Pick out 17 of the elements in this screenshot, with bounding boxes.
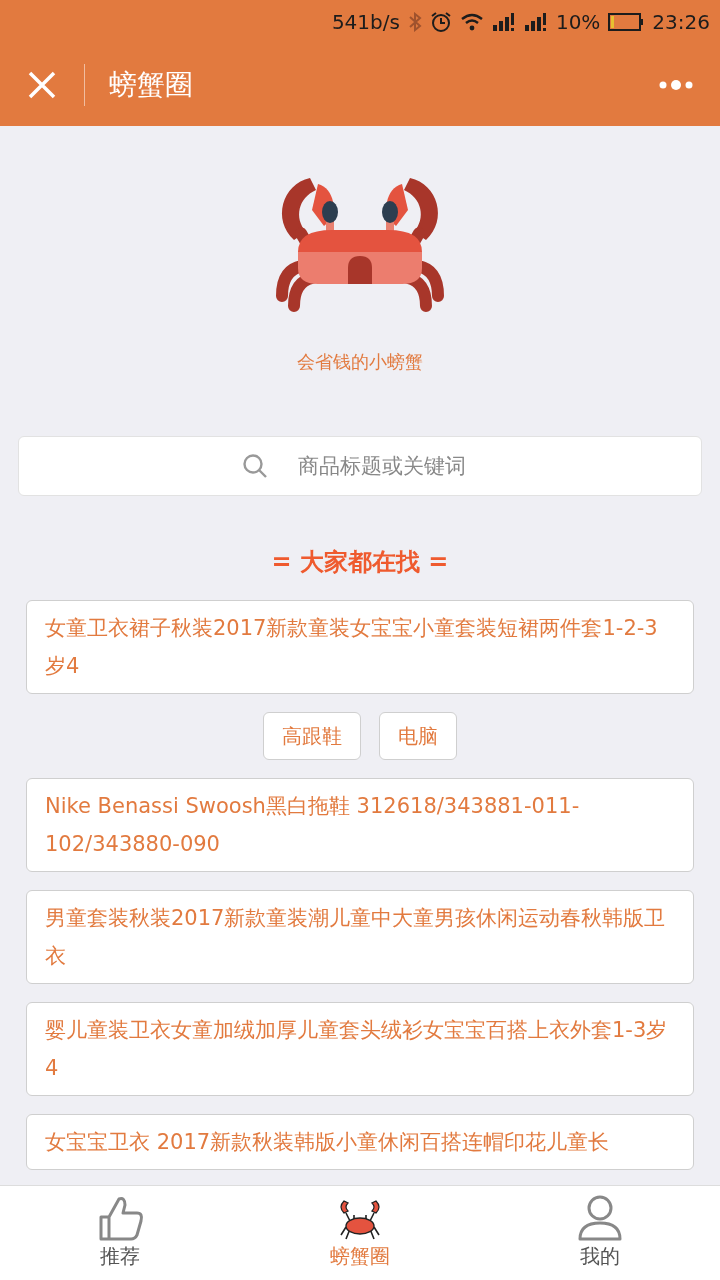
search-suggestion[interactable]: Nike Benassi Swoosh黑白拖鞋 312618/343881-011-102/343880-090 bbox=[26, 778, 694, 872]
search-suggestion[interactable]: 女童卫衣裙子秋装2017新款童装女宝宝小童套装短裙两件套1-2-3岁4 bbox=[26, 600, 694, 694]
nav-tab[interactable]: 我的 bbox=[480, 1186, 720, 1280]
page-title: 螃蟹圈 bbox=[109, 67, 194, 103]
search-suggestion[interactable]: 女宝宝卫衣 2017新款秋装韩版小童休闲百搭连帽印花儿童长 bbox=[26, 1114, 694, 1170]
search-suggestion[interactable]: 婴儿童装卫衣女童加绒加厚儿童套头绒衫女宝宝百搭上衣外套1-3岁4 bbox=[26, 1002, 694, 1096]
nav-tab[interactable]: 螃蟹圈 bbox=[240, 1186, 480, 1280]
keyword-chip[interactable]: 高跟鞋 bbox=[263, 712, 361, 760]
section-title: = 大家都在找 = bbox=[271, 547, 449, 578]
tagline: 会省钱的小螃蟹 bbox=[297, 350, 423, 374]
keyword-chip[interactable]: 电脑 bbox=[379, 712, 457, 760]
search-field[interactable]: 商品标题或关键词 bbox=[18, 436, 702, 496]
network-speed: 541b/s bbox=[331, 10, 400, 34]
battery-percent: 10% bbox=[555, 10, 601, 34]
nav-tab[interactable]: 推荐 bbox=[0, 1186, 240, 1280]
clock: 23:26 bbox=[652, 10, 710, 34]
search-suggestion[interactable]: 男童套装秋装2017新款童装潮儿童中大童男孩休闲运动春秋韩版卫衣 bbox=[26, 890, 694, 984]
